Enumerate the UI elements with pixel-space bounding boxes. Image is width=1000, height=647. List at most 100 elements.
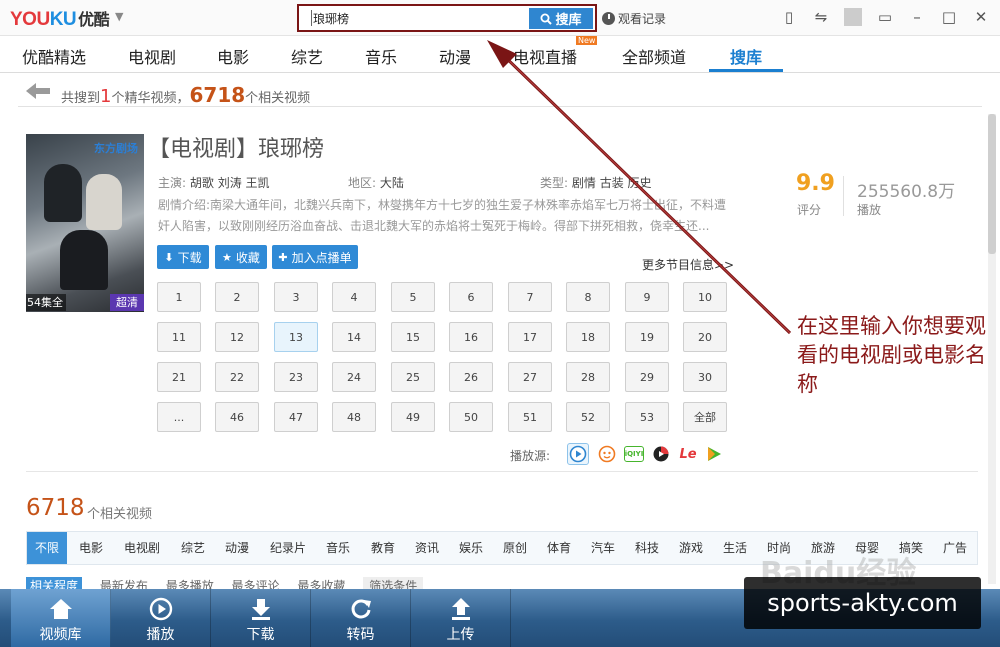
episode-button[interactable]: 4 (332, 282, 376, 312)
active-tab-indicator (709, 69, 783, 72)
tab-live-tv[interactable]: 电视直播 (513, 44, 577, 68)
dock-play[interactable]: 播放 (111, 589, 211, 647)
dock-video-library[interactable]: 视频库 (11, 589, 111, 647)
episode-button[interactable]: 15 (391, 322, 435, 352)
search-button[interactable]: 搜库 (529, 8, 593, 29)
episode-button[interactable]: 26 (449, 362, 493, 392)
episode-button[interactable]: 46 (215, 402, 259, 432)
episode-button[interactable]: 5 (391, 282, 435, 312)
section-divider (26, 471, 978, 472)
category-item[interactable]: 体育 (539, 532, 579, 564)
tab-tv[interactable]: 电视剧 (128, 44, 176, 68)
category-item[interactable]: 教育 (363, 532, 403, 564)
episode-button[interactable]: 14 (332, 322, 376, 352)
episode-button[interactable]: 7 (508, 282, 552, 312)
dock-transcode[interactable]: 转码 (311, 589, 411, 647)
favorite-button[interactable]: ★ 收藏 (215, 245, 267, 269)
episode-button[interactable]: 18 (566, 322, 610, 352)
episode-button[interactable]: 28 (566, 362, 610, 392)
episode-button[interactable]: 20 (683, 322, 727, 352)
letv-icon[interactable]: Le (676, 443, 700, 465)
episode-button[interactable]: 49 (391, 402, 435, 432)
episode-button[interactable]: 51 (508, 402, 552, 432)
episode-button[interactable]: 50 (449, 402, 493, 432)
transfer-icon[interactable]: ⇋ (812, 8, 830, 26)
iqiyi-icon[interactable]: iQIYI (624, 446, 644, 462)
episode-button-active[interactable]: 13 (274, 322, 318, 352)
tab-souku[interactable]: 搜库 (730, 44, 762, 68)
scrollbar-thumb[interactable] (988, 114, 996, 254)
episode-button[interactable]: 29 (625, 362, 669, 392)
episode-button[interactable]: 22 (215, 362, 259, 392)
episode-button[interactable]: 8 (566, 282, 610, 312)
category-item[interactable]: 生活 (715, 532, 755, 564)
tudou-icon[interactable] (596, 443, 618, 465)
episode-button[interactable]: 30 (683, 362, 727, 392)
category-item[interactable]: 游戏 (671, 532, 711, 564)
episode-button[interactable]: 12 (215, 322, 259, 352)
category-item[interactable]: 广告 (935, 532, 975, 564)
category-item[interactable]: 电视剧 (117, 532, 167, 564)
youku-icon[interactable] (567, 443, 589, 465)
episode-button[interactable]: 53 (625, 402, 669, 432)
category-item[interactable]: 纪录片 (263, 532, 313, 564)
episode-button[interactable]: 17 (508, 322, 552, 352)
episode-button[interactable]: 19 (625, 322, 669, 352)
tab-music[interactable]: 音乐 (365, 44, 397, 68)
episode-button[interactable]: 27 (508, 362, 552, 392)
episode-button[interactable]: 25 (391, 362, 435, 392)
tab-movies[interactable]: 电影 (217, 44, 249, 68)
episode-button[interactable]: 2 (215, 282, 259, 312)
search-input[interactable] (313, 9, 527, 28)
episode-button[interactable]: 47 (274, 402, 318, 432)
related-count: 6718 (26, 495, 85, 521)
youku-logo[interactable]: YOUKU 优酷 (10, 6, 110, 31)
add-to-playlist-button[interactable]: ✚ 加入点播单 (272, 245, 358, 269)
episode-button[interactable]: 1 (157, 282, 201, 312)
episode-button[interactable]: 6 (449, 282, 493, 312)
pptv-icon[interactable] (703, 443, 725, 465)
category-item[interactable]: 娱乐 (451, 532, 491, 564)
episode-button[interactable]: 11 (157, 322, 201, 352)
dock-download[interactable]: 下载 (211, 589, 311, 647)
episode-button[interactable]: 24 (332, 362, 376, 392)
category-item[interactable]: 科技 (627, 532, 667, 564)
phone-icon[interactable]: ▯ (780, 8, 798, 26)
episode-button[interactable]: 52 (566, 402, 610, 432)
episode-button[interactable]: 23 (274, 362, 318, 392)
episode-button[interactable]: 10 (683, 282, 727, 312)
show-title[interactable]: 【电视剧】琅琊榜 (148, 131, 324, 163)
episode-button[interactable]: 3 (274, 282, 318, 312)
episode-button[interactable]: 16 (449, 322, 493, 352)
show-poster[interactable]: 东方剧场 (26, 134, 144, 312)
episode-button[interactable]: 48 (332, 402, 376, 432)
close-icon[interactable]: ✕ (972, 8, 990, 26)
episode-button[interactable]: 9 (625, 282, 669, 312)
episode-ellipsis-button[interactable]: ... (157, 402, 201, 432)
minimize-icon[interactable]: – (908, 8, 926, 26)
category-item[interactable]: 资讯 (407, 532, 447, 564)
chevron-down-icon[interactable]: ▼ (115, 10, 123, 23)
category-item[interactable]: 电影 (71, 532, 111, 564)
tab-featured[interactable]: 优酷精选 (22, 44, 86, 68)
episode-button[interactable]: 21 (157, 362, 201, 392)
tab-all-channels[interactable]: 全部频道 (622, 44, 686, 68)
sohu-icon[interactable] (650, 443, 672, 465)
download-button[interactable]: ⬇ 下载 (157, 245, 209, 269)
category-item[interactable]: 汽车 (583, 532, 623, 564)
maximize-icon[interactable]: □ (940, 8, 958, 26)
category-item[interactable]: 音乐 (318, 532, 358, 564)
category-item[interactable]: 动漫 (217, 532, 257, 564)
category-item[interactable]: 综艺 (173, 532, 213, 564)
cast-names[interactable]: 胡歌 刘涛 王凯 (190, 176, 270, 190)
history-button[interactable]: 观看记录 (602, 10, 666, 27)
tab-variety[interactable]: 综艺 (291, 44, 323, 68)
category-item[interactable]: 原创 (495, 532, 535, 564)
category-all[interactable]: 不限 (27, 532, 67, 564)
back-arrow-icon[interactable] (26, 83, 50, 99)
more-info-link[interactable]: 更多节目信息>> (642, 256, 734, 273)
tab-anime[interactable]: 动漫 (439, 44, 471, 68)
all-episodes-button[interactable]: 全部 (683, 402, 727, 432)
message-icon[interactable]: ▭ (876, 8, 894, 26)
dock-upload[interactable]: 上传 (411, 589, 511, 647)
